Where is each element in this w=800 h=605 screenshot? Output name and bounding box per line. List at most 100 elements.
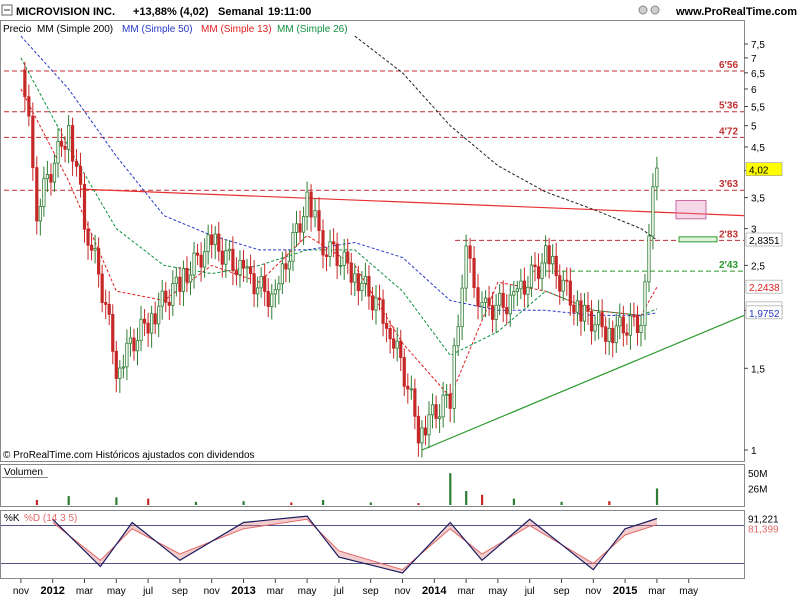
- candle-body: [89, 244, 94, 251]
- candle-body: [104, 302, 108, 305]
- candle-body: [384, 322, 389, 329]
- candle-body: [294, 223, 299, 233]
- volume-bar: [608, 501, 611, 505]
- candle-body: [82, 183, 87, 230]
- last-value-label: 4,02: [749, 166, 769, 177]
- candle-body: [153, 313, 157, 325]
- candle-body: [59, 140, 64, 147]
- candle-body: [360, 282, 364, 292]
- candle-body: [301, 216, 306, 233]
- candle-body: [374, 297, 378, 311]
- candle-body: [248, 266, 253, 275]
- candle-body: [409, 388, 413, 391]
- candle-body: [217, 233, 221, 252]
- candle-body: [483, 297, 488, 303]
- stochastic-d-label: %D (14 3 5): [24, 513, 77, 524]
- candle-body: [227, 248, 231, 252]
- volume-tick-label: 26M: [748, 484, 767, 495]
- candle-body: [540, 262, 544, 279]
- candle-body: [565, 279, 569, 282]
- candle-body: [280, 263, 284, 285]
- candle-body: [199, 254, 203, 268]
- candle-body: [430, 404, 435, 416]
- volume-bar: [417, 503, 420, 505]
- candle-body: [621, 316, 625, 334]
- candle-body: [121, 366, 125, 369]
- x-tick-label: jul: [142, 586, 153, 597]
- candle-body: [146, 322, 150, 334]
- y-tick-label: 2,5: [751, 261, 765, 272]
- legend-price[interactable]: Precio: [3, 24, 32, 35]
- last-value-label: 1,9752: [749, 309, 780, 320]
- candle-body: [635, 315, 640, 334]
- candle-body: [586, 304, 590, 312]
- level-label: 2'43: [719, 260, 739, 271]
- candle-body: [494, 304, 498, 320]
- candle-body: [38, 206, 42, 222]
- x-tick-label: jul: [333, 586, 344, 597]
- x-tick-label: may: [298, 586, 317, 597]
- y-tick-label: 5: [751, 122, 757, 133]
- close-icon[interactable]: [650, 5, 660, 15]
- candle-body: [128, 337, 133, 344]
- candle-body: [114, 350, 118, 379]
- candle-body: [27, 96, 31, 117]
- candle-body: [544, 245, 548, 264]
- candle-body: [512, 291, 516, 296]
- candle-body: [45, 174, 50, 180]
- candle-body: [171, 283, 175, 306]
- x-tick-label: nov: [13, 586, 29, 597]
- legend-ma200[interactable]: MM (Simple 200): [37, 24, 113, 35]
- pink-zone-box: [675, 199, 707, 220]
- candle-body: [132, 337, 136, 352]
- candle-body: [505, 307, 509, 315]
- candle-body: [529, 264, 534, 288]
- legend-ma50[interactable]: MM (Simple 50): [122, 24, 193, 35]
- candle-body: [625, 332, 629, 336]
- candle-body: [142, 318, 147, 324]
- candle-body: [93, 248, 97, 251]
- candle-body: [238, 259, 242, 276]
- candle-body: [139, 318, 143, 342]
- candle-body: [317, 210, 321, 231]
- collapse-icon[interactable]: [1, 4, 13, 16]
- volume-bar: [560, 501, 563, 505]
- candle-body: [252, 273, 256, 295]
- volume-bar: [655, 488, 659, 505]
- candle-body: [70, 125, 75, 162]
- candle-body: [164, 290, 168, 303]
- x-tick-label: 2012: [40, 585, 64, 597]
- time-label: 19:11:00: [268, 6, 311, 18]
- candle-body: [423, 427, 428, 436]
- x-tick-label: 2014: [422, 585, 447, 597]
- candle-body: [213, 233, 217, 246]
- candle-body: [188, 274, 193, 283]
- candle-body: [331, 241, 336, 245]
- x-tick-label: nov: [394, 586, 410, 597]
- candle-body: [150, 313, 154, 334]
- candle-body: [195, 252, 200, 256]
- volume-tick-label: 50M: [748, 469, 767, 480]
- site-label[interactable]: www.ProRealTime.com: [675, 6, 797, 18]
- candle-body: [256, 287, 260, 295]
- candle-body: [321, 230, 325, 256]
- candle-body: [399, 340, 403, 358]
- candle-body: [35, 167, 39, 222]
- candle-body: [367, 276, 371, 297]
- candle-body: [203, 251, 207, 268]
- candle-body: [178, 276, 182, 292]
- candle-body: [259, 276, 263, 289]
- candle-body: [273, 289, 277, 295]
- legend-ma13[interactable]: MM (Simple 13): [201, 24, 272, 35]
- candle-body: [554, 255, 558, 276]
- candle-body: [434, 404, 438, 419]
- candle-body: [157, 305, 161, 325]
- candle-body: [501, 292, 505, 308]
- legend-ma26[interactable]: MM (Simple 26): [277, 24, 348, 35]
- candle-body: [49, 174, 53, 183]
- candle-body: [589, 311, 594, 332]
- candle-body: [97, 248, 101, 275]
- candle-body: [31, 115, 35, 168]
- candle-body: [67, 125, 71, 150]
- minimize-icon[interactable]: [638, 5, 648, 15]
